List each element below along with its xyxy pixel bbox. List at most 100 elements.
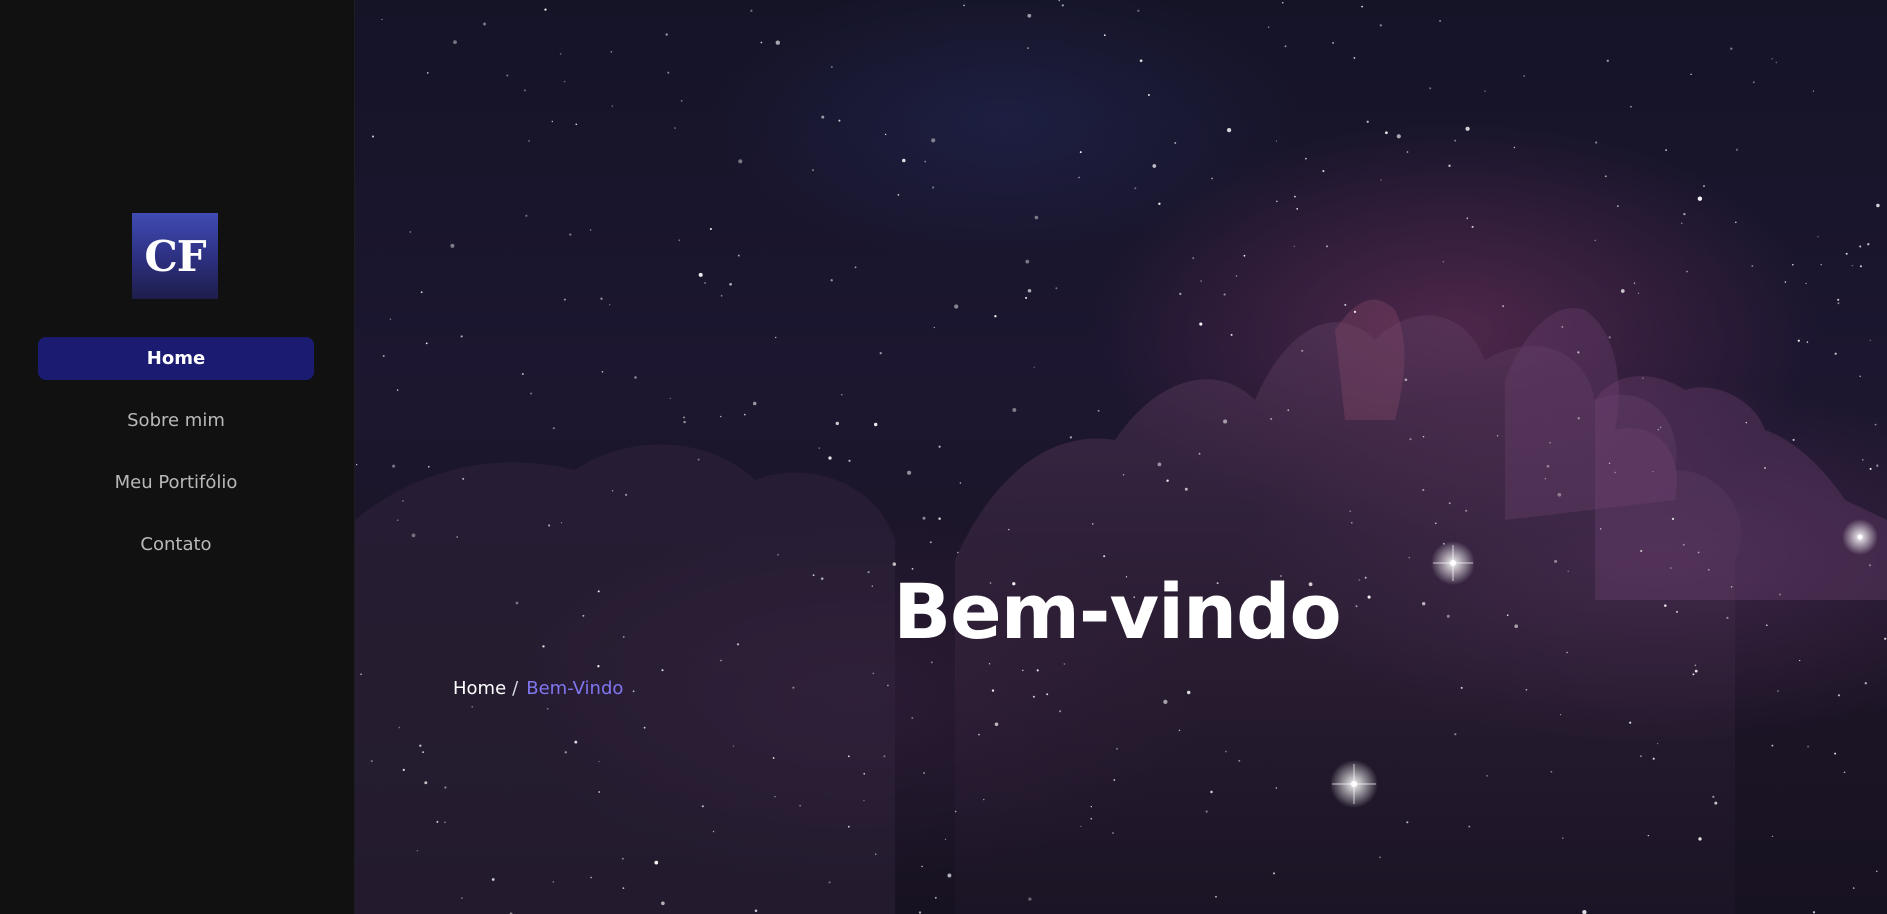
star <box>1692 673 1695 676</box>
star <box>564 751 567 754</box>
star <box>1385 131 1388 135</box>
star <box>830 65 833 68</box>
star <box>1752 81 1755 84</box>
star <box>838 119 841 122</box>
star <box>1293 245 1295 248</box>
star <box>1103 34 1106 37</box>
star <box>1525 688 1528 691</box>
star <box>1764 467 1766 469</box>
star <box>1442 542 1445 545</box>
star <box>1186 690 1191 695</box>
star <box>799 804 801 807</box>
star <box>1775 61 1777 64</box>
star <box>1465 509 1468 512</box>
star <box>1867 243 1870 246</box>
star <box>1633 282 1636 284</box>
star <box>1712 795 1715 798</box>
star <box>1869 564 1871 567</box>
star <box>1322 170 1325 173</box>
star <box>959 482 962 484</box>
star <box>1486 775 1488 777</box>
star <box>1033 366 1035 368</box>
star <box>1281 1 1284 4</box>
star <box>754 909 758 912</box>
star <box>1454 139 1457 142</box>
star <box>525 214 528 217</box>
star <box>988 663 991 665</box>
star <box>1027 47 1029 49</box>
nav-item-home[interactable]: Home <box>38 337 314 380</box>
star <box>1614 471 1616 474</box>
star <box>841 394 843 396</box>
star <box>1544 477 1547 480</box>
star <box>1776 690 1779 692</box>
star <box>1864 682 1867 685</box>
star <box>598 760 600 763</box>
nav-item-sobre-mim[interactable]: Sobre mim <box>38 399 314 442</box>
star <box>1406 151 1409 153</box>
star <box>1620 289 1625 293</box>
star <box>1714 801 1718 805</box>
star <box>1683 212 1686 216</box>
star <box>1652 470 1654 473</box>
nav-item-contato[interactable]: Contato <box>38 523 314 566</box>
star <box>1122 473 1125 476</box>
star <box>530 392 533 395</box>
star <box>1408 557 1410 559</box>
star <box>1380 179 1382 181</box>
star <box>1690 73 1692 75</box>
star <box>922 516 926 520</box>
star <box>879 352 882 355</box>
star <box>462 477 465 480</box>
star <box>546 707 549 710</box>
breadcrumb-home-link[interactable]: Home <box>453 678 506 699</box>
star <box>873 422 878 427</box>
star <box>930 661 933 664</box>
star <box>729 282 732 286</box>
star <box>1496 435 1499 437</box>
star <box>674 127 676 129</box>
star <box>1305 157 1307 160</box>
star <box>1270 417 1273 420</box>
star <box>598 791 601 793</box>
star <box>978 733 980 736</box>
star <box>456 536 458 538</box>
star <box>1874 423 1877 426</box>
star <box>743 413 746 416</box>
star <box>667 71 670 74</box>
star <box>1771 835 1774 837</box>
star <box>1807 745 1809 748</box>
star <box>712 830 715 833</box>
star <box>370 760 373 763</box>
star <box>720 659 722 662</box>
star <box>654 860 659 865</box>
star <box>521 372 524 376</box>
star <box>1606 59 1609 62</box>
star <box>1223 419 1228 424</box>
star <box>1523 74 1526 77</box>
star <box>954 810 957 813</box>
star <box>1178 729 1181 732</box>
star <box>1771 744 1774 747</box>
star <box>944 838 947 841</box>
star <box>848 459 851 462</box>
breadcrumb: Home / Bem-Vindo <box>453 678 623 699</box>
star <box>1353 56 1356 59</box>
star <box>1332 41 1335 44</box>
star <box>1735 221 1737 224</box>
star <box>720 294 723 297</box>
star <box>1812 911 1816 914</box>
star <box>1694 664 1697 667</box>
nav-item-portfolio[interactable]: Meu Portifólio <box>38 461 314 504</box>
star <box>422 751 424 753</box>
star <box>1629 721 1632 724</box>
star <box>1200 280 1202 282</box>
star <box>634 376 637 379</box>
star <box>1745 422 1748 424</box>
star <box>523 89 526 92</box>
star <box>1276 200 1278 203</box>
logo[interactable]: CF <box>132 213 218 299</box>
star <box>1600 528 1602 530</box>
star <box>661 901 665 906</box>
star <box>1058 0 1060 2</box>
